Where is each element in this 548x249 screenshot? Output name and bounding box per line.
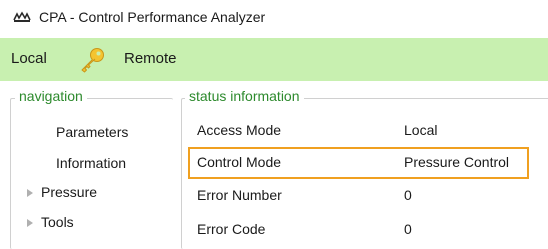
local-mode-button[interactable]: Local [11, 50, 47, 67]
access-mode-value: Local [404, 122, 438, 138]
error-code-value: 0 [404, 221, 412, 237]
error-code-label: Error Code [197, 221, 266, 237]
app-logo-icon [13, 11, 31, 22]
access-mode-label: Access Mode [197, 122, 282, 138]
status-row-error-number: Error Number 0 [185, 181, 548, 211]
status-information-legend: status information [185, 88, 304, 104]
status-row-access-mode: Access Mode Local [185, 116, 548, 146]
navigation-group [10, 98, 173, 249]
control-mode-label: Control Mode [197, 154, 282, 170]
status-row-control-mode: Control Mode Pressure Control [185, 148, 548, 178]
key-icon[interactable] [78, 47, 106, 73]
nav-item-tools[interactable]: Tools [41, 214, 74, 230]
error-number-label: Error Number [197, 187, 282, 203]
mode-bar: Local Remote [0, 38, 548, 81]
title-bar: CPA - Control Performance Analyzer [0, 0, 548, 38]
nav-item-parameters[interactable]: Parameters [56, 124, 128, 140]
navigation-legend: navigation [15, 88, 87, 104]
control-mode-value: Pressure Control [404, 154, 510, 170]
status-row-error-code: Error Code 0 [185, 215, 548, 245]
expand-tools-icon[interactable] [27, 219, 33, 227]
error-number-value: 0 [404, 187, 412, 203]
window-title: CPA - Control Performance Analyzer [39, 9, 266, 25]
remote-mode-button[interactable]: Remote [124, 50, 177, 67]
expand-pressure-icon[interactable] [27, 189, 33, 197]
nav-item-pressure[interactable]: Pressure [41, 184, 97, 200]
nav-item-information[interactable]: Information [56, 155, 126, 171]
